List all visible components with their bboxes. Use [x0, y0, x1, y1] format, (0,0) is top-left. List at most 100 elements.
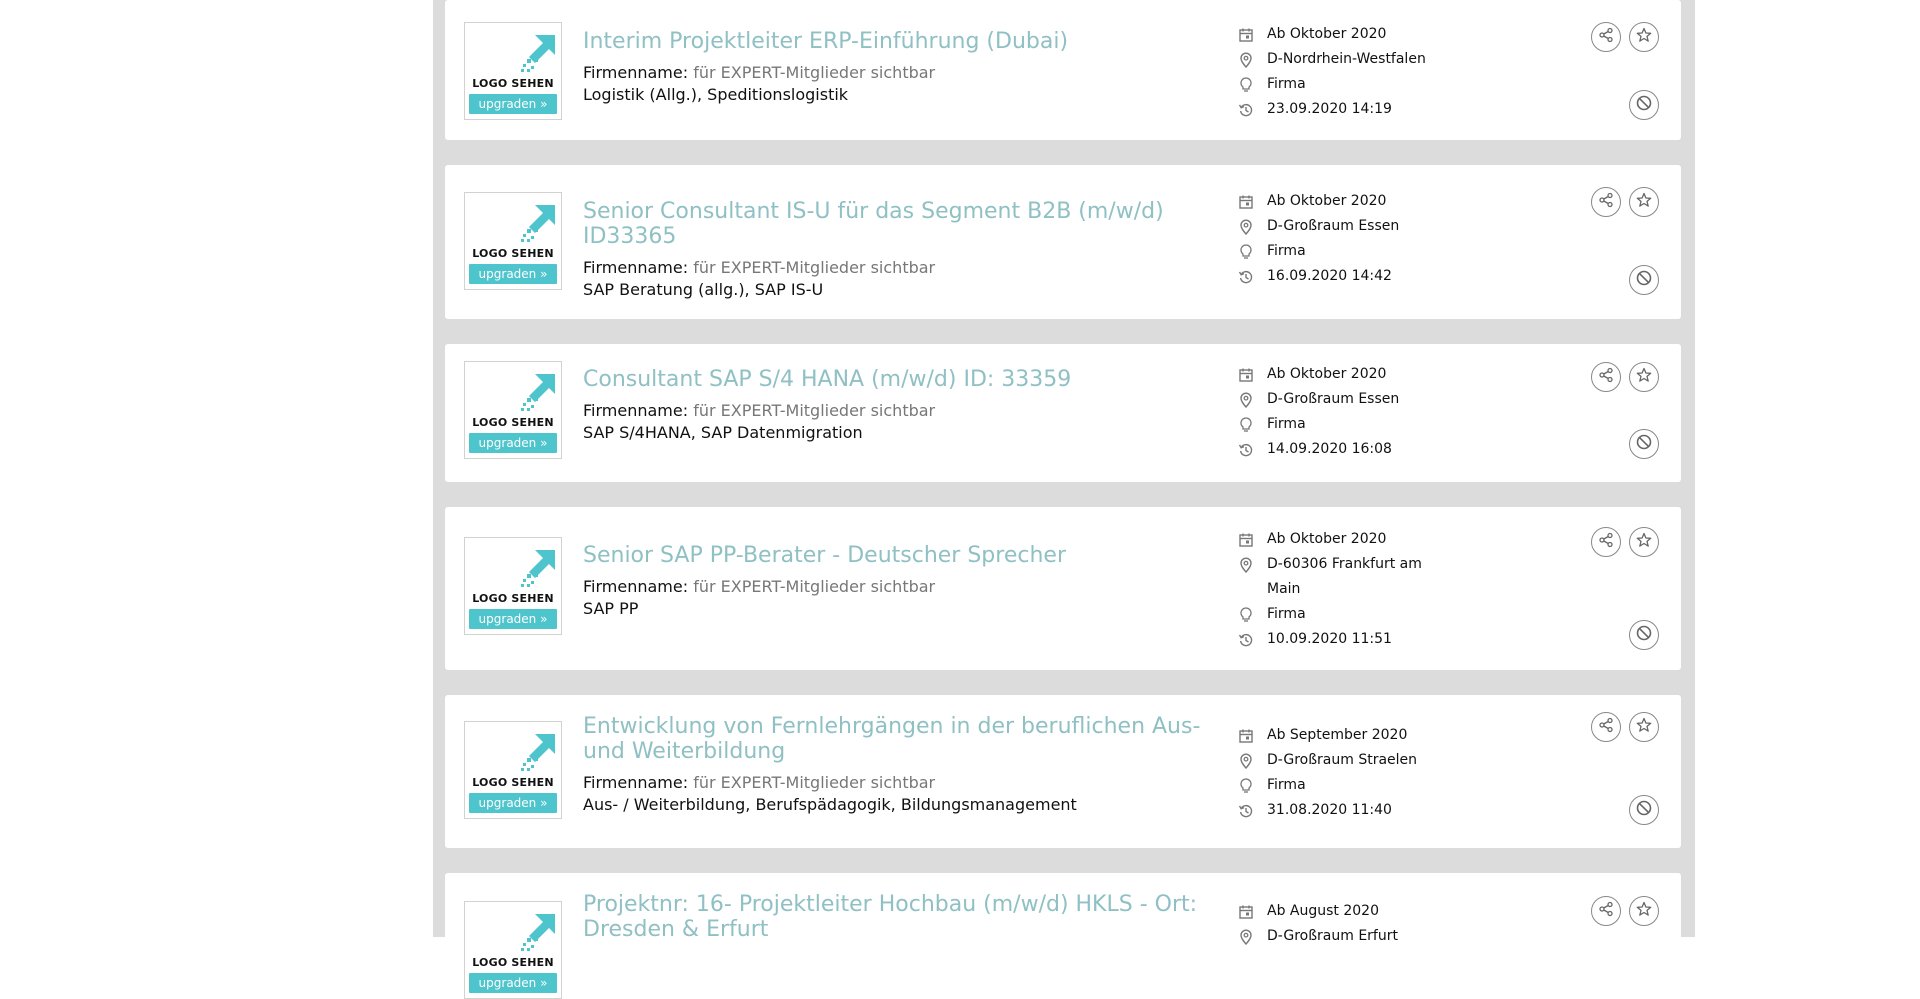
upgrade-button[interactable]: upgraden »	[469, 94, 557, 114]
job-list: LOGO SEHEN upgraden » Interim Projektleite…	[433, 0, 1695, 999]
upgrade-button[interactable]: upgraden »	[469, 609, 557, 629]
calendar-icon	[1238, 189, 1267, 214]
job-skills: SAP PP	[583, 599, 639, 618]
hide-job-button[interactable]	[1629, 265, 1659, 295]
job-title-link[interactable]: Consultant SAP S/4 HANA (m/w/d) ID: 3335…	[583, 367, 1203, 392]
favorite-button[interactable]	[1629, 896, 1659, 926]
lightbulb-icon	[1238, 602, 1267, 627]
location-pin-icon	[1238, 387, 1267, 412]
star-icon	[1636, 532, 1652, 552]
hide-job-button[interactable]	[1629, 620, 1659, 650]
share-icon	[1598, 901, 1614, 921]
job-title-link[interactable]: Entwicklung von Fernlehrgängen in der be…	[583, 714, 1203, 764]
logo-arrow-icon	[521, 374, 555, 411]
star-icon	[1636, 717, 1652, 737]
upgrade-button[interactable]: upgraden »	[469, 793, 557, 813]
job-meta: Ab September 2020 D-Großraum Straelen Firm…	[1238, 723, 1438, 823]
job-type-row: Firma	[1238, 72, 1438, 97]
share-icon	[1598, 532, 1614, 552]
calendar-icon	[1238, 22, 1267, 47]
favorite-button[interactable]	[1629, 362, 1659, 392]
job-actions	[1591, 362, 1663, 500]
favorite-button[interactable]	[1629, 22, 1659, 52]
job-date: 16.09.2020 14:42	[1267, 268, 1392, 284]
company-logo-placeholder[interactable]: LOGO SEHEN upgraden »	[464, 361, 562, 459]
job-actions	[1591, 712, 1663, 865]
hide-job-button[interactable]	[1629, 429, 1659, 459]
job-card[interactable]: LOGO SEHEN upgraden » Senior Consultant IS…	[445, 165, 1681, 319]
hide-job-button[interactable]	[1629, 795, 1659, 825]
share-button[interactable]	[1591, 712, 1621, 742]
location-pin-icon	[1238, 214, 1267, 239]
logo-sehen-label: LOGO SEHEN	[472, 592, 554, 605]
job-type-row: Firma	[1238, 239, 1438, 264]
favorite-button[interactable]	[1629, 527, 1659, 557]
job-type: Firma	[1267, 76, 1306, 92]
favorite-button[interactable]	[1629, 187, 1659, 217]
share-icon	[1598, 192, 1614, 212]
company-name-label: Firmenname:	[583, 401, 689, 420]
location-pin-icon	[1238, 748, 1267, 773]
location-pin-icon	[1238, 47, 1267, 72]
share-button[interactable]	[1591, 22, 1621, 52]
upgrade-button[interactable]: upgraden »	[469, 264, 557, 284]
job-location-row: D-Großraum Essen	[1238, 214, 1438, 239]
share-button[interactable]	[1591, 896, 1621, 926]
job-meta: Ab Oktober 2020 D-Nordrhein-Westfalen Firm…	[1238, 22, 1438, 122]
job-date: 31.08.2020 11:40	[1267, 802, 1392, 818]
block-icon	[1635, 433, 1653, 455]
job-card[interactable]: LOGO SEHEN upgraden » Senior SAP PP-Berate…	[445, 507, 1681, 670]
lightbulb-icon	[1238, 412, 1267, 437]
share-icon	[1598, 717, 1614, 737]
job-main-info: Senior Consultant IS-U für das Segment B…	[583, 199, 1203, 301]
job-location-row: D-Nordrhein-Westfalen	[1238, 47, 1438, 72]
company-logo-placeholder[interactable]: LOGO SEHEN upgraden »	[464, 721, 562, 819]
calendar-icon	[1238, 899, 1267, 924]
block-icon	[1635, 799, 1653, 821]
calendar-icon	[1238, 362, 1267, 387]
star-icon	[1636, 27, 1652, 47]
lightbulb-icon	[1238, 773, 1267, 798]
job-title-link[interactable]: Senior SAP PP-Berater - Deutscher Sprech…	[583, 543, 1203, 568]
company-logo-placeholder[interactable]: LOGO SEHEN upgraden »	[464, 192, 562, 290]
job-card[interactable]: LOGO SEHEN upgraden » Interim Projektleite…	[445, 0, 1681, 140]
share-button[interactable]	[1591, 527, 1621, 557]
job-skills: SAP S/4HANA, SAP Datenmigration	[583, 423, 863, 442]
upgrade-button[interactable]: upgraden »	[469, 433, 557, 453]
job-actions	[1591, 527, 1663, 690]
company-name-value: für EXPERT-Mitglieder sichtbar	[693, 63, 936, 82]
calendar-icon	[1238, 723, 1267, 748]
upgrade-button[interactable]: upgraden »	[469, 973, 557, 993]
favorite-button[interactable]	[1629, 712, 1659, 742]
company-logo-placeholder[interactable]: LOGO SEHEN upgraden »	[464, 537, 562, 635]
job-type-row: Firma	[1238, 412, 1438, 437]
job-meta: Ab Oktober 2020 D-60306 Frankfurt am Main…	[1238, 527, 1438, 652]
share-button[interactable]	[1591, 362, 1621, 392]
logo-arrow-icon	[521, 205, 555, 242]
job-date: 10.09.2020 11:51	[1267, 631, 1392, 647]
company-logo-placeholder[interactable]: LOGO SEHEN upgraden »	[464, 22, 562, 120]
job-card[interactable]: LOGO SEHEN upgraden » Consultant SAP S/4 H…	[445, 344, 1681, 482]
job-start: Ab Oktober 2020	[1267, 366, 1387, 382]
history-icon	[1238, 437, 1267, 462]
job-title-link[interactable]: Projektnr: 16- Projektleiter Hochbau (m/…	[583, 892, 1203, 942]
job-location: D-60306 Frankfurt am Main	[1267, 556, 1422, 597]
share-button[interactable]	[1591, 187, 1621, 217]
job-meta: Ab Oktober 2020 D-Großraum Essen Firma 16.0…	[1238, 189, 1438, 289]
job-card[interactable]: LOGO SEHEN upgraden » Entwicklung von Fern…	[445, 695, 1681, 848]
job-date-row: 23.09.2020 14:19	[1238, 97, 1438, 122]
job-title-link[interactable]: Senior Consultant IS-U für das Segment B…	[583, 199, 1203, 249]
job-skills: Aus- / Weiterbildung, Berufspädagogik, B…	[583, 795, 1077, 814]
company-name-row: Firmenname: für EXPERT-Mitglieder sichtb…	[583, 257, 1203, 279]
job-start-row: Ab Oktober 2020	[1238, 22, 1438, 47]
logo-sehen-label: LOGO SEHEN	[472, 956, 554, 969]
location-pin-icon	[1238, 552, 1267, 577]
job-start: Ab Oktober 2020	[1267, 193, 1387, 209]
history-icon	[1238, 798, 1267, 823]
job-card[interactable]: LOGO SEHEN upgraden » Projektnr: 16- Proje…	[445, 873, 1681, 999]
hide-job-button[interactable]	[1629, 90, 1659, 120]
company-logo-placeholder[interactable]: LOGO SEHEN upgraden »	[464, 901, 562, 999]
block-icon	[1635, 94, 1653, 116]
job-type: Firma	[1267, 777, 1306, 793]
job-title-link[interactable]: Interim Projektleiter ERP-Einführung (Du…	[583, 29, 1203, 54]
